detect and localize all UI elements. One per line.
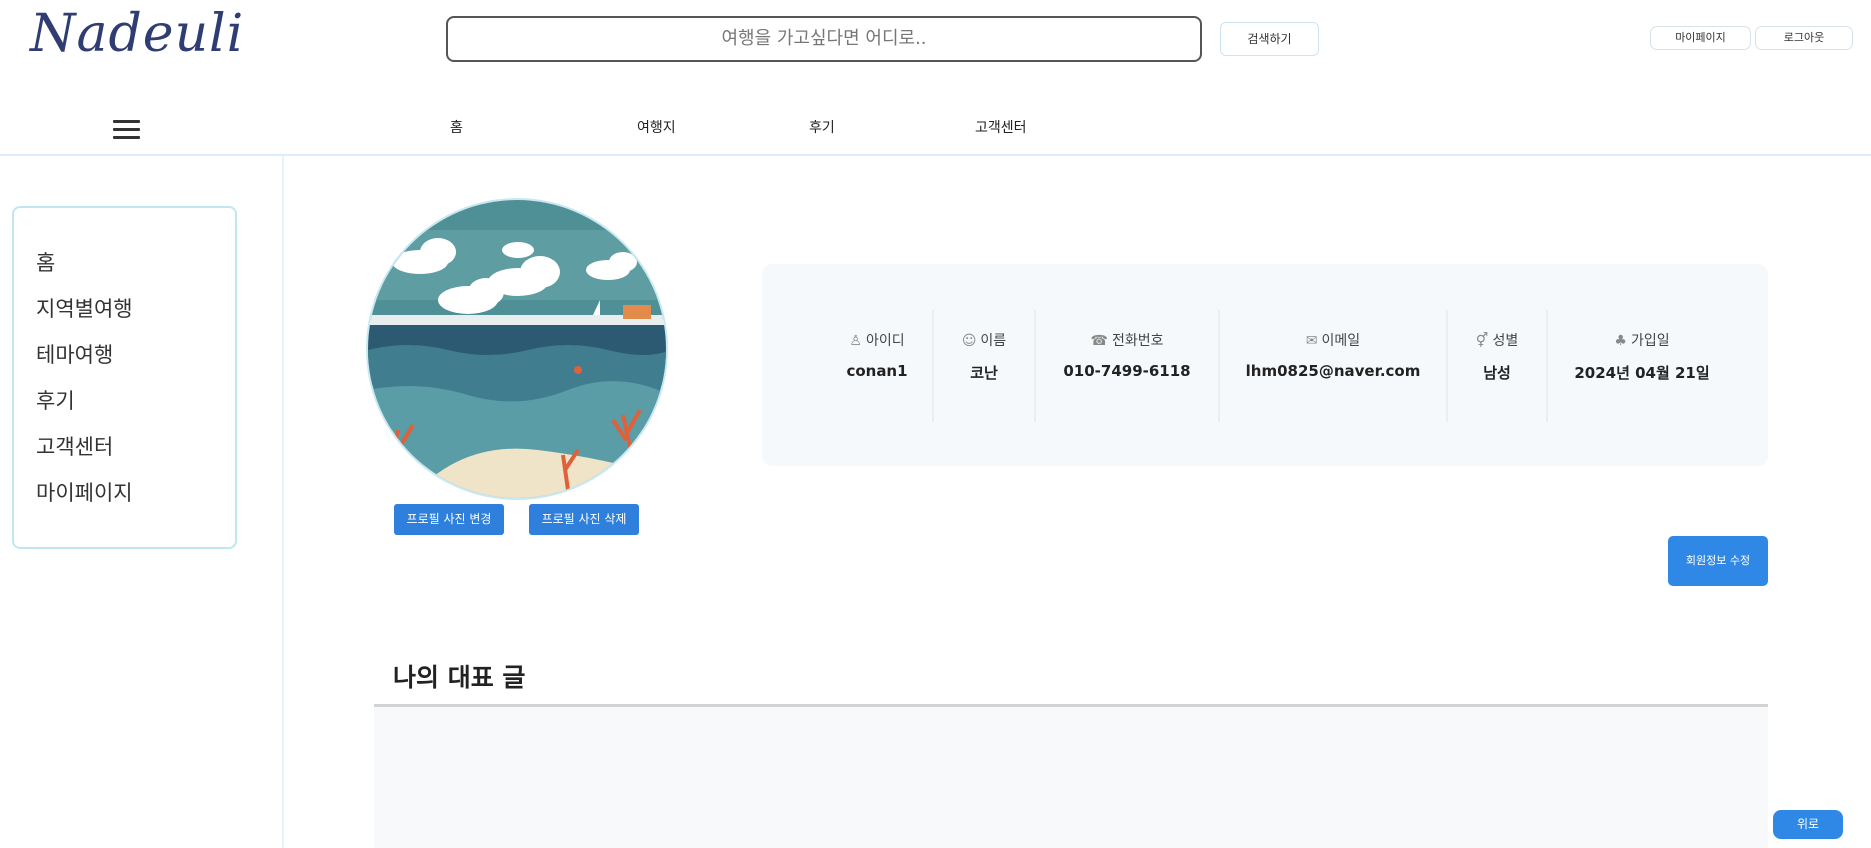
info-phone: ☎ 전화번호 010-7499-6118 bbox=[1034, 310, 1218, 422]
search-button[interactable]: 검색하기 bbox=[1220, 22, 1319, 56]
site-logo[interactable]: Nadeuli bbox=[30, 4, 244, 64]
search-input[interactable]: 여행을 가고싶다면 어디로.. bbox=[446, 16, 1202, 62]
clover-icon: ♣ bbox=[1614, 333, 1627, 349]
user-icon: ♙ bbox=[849, 333, 862, 349]
sidebar-item-theme[interactable]: 테마여행 bbox=[36, 340, 235, 386]
nav-item-home[interactable]: 홈 bbox=[450, 117, 463, 137]
mail-icon: ✉ bbox=[1305, 333, 1318, 349]
sidebar-item-reviews[interactable]: 후기 bbox=[36, 386, 235, 432]
delete-photo-button[interactable]: 프로필 사진 삭제 bbox=[529, 504, 639, 535]
main-nav: 홈 여행지 후기 고객센터 bbox=[0, 80, 1871, 156]
info-email: ✉ 이메일 lhm0825@naver.com bbox=[1218, 310, 1446, 422]
nav-item-support[interactable]: 고객센터 bbox=[975, 117, 1027, 137]
info-value: 010-7499-6118 bbox=[1063, 362, 1191, 380]
logout-button[interactable]: 로그아웃 bbox=[1755, 26, 1853, 50]
info-value: 2024년 04월 21일 bbox=[1574, 364, 1710, 382]
member-info-card: ♙ 아이디 conan1 ☺ 이름 코난 ☎ 전화번호 010-7499-6118 ✉… bbox=[762, 264, 1768, 466]
info-gender: ⚥ 성별 남성 bbox=[1446, 310, 1546, 422]
info-label: 이메일 bbox=[1321, 333, 1361, 349]
sidebar-item-support[interactable]: 고객센터 bbox=[36, 432, 235, 478]
section-title-my-posts: 나의 대표 글 bbox=[393, 663, 526, 692]
nav-item-destinations[interactable]: 여행지 bbox=[637, 117, 676, 137]
smile-icon: ☺ bbox=[961, 333, 977, 349]
info-value: 남성 bbox=[1483, 364, 1511, 382]
profile-avatar bbox=[366, 198, 668, 500]
info-label: 성별 bbox=[1492, 333, 1519, 349]
content-divider bbox=[282, 156, 284, 848]
info-joined: ♣ 가입일 2024년 04월 21일 bbox=[1546, 310, 1736, 422]
nav-item-reviews[interactable]: 후기 bbox=[809, 117, 835, 137]
info-value: conan1 bbox=[846, 362, 908, 380]
info-label: 이름 bbox=[980, 333, 1007, 349]
mypage-button[interactable]: 마이페이지 bbox=[1650, 26, 1751, 50]
sidebar-item-home[interactable]: 홈 bbox=[36, 248, 235, 294]
gender-icon: ⚥ bbox=[1475, 333, 1489, 349]
info-label: 아이디 bbox=[865, 333, 905, 349]
info-value: lhm0825@naver.com bbox=[1245, 362, 1421, 380]
info-value: 코난 bbox=[970, 364, 998, 382]
top-bar: Nadeuli 여행을 가고싶다면 어디로.. 검색하기 마이페이지 로그아웃 bbox=[0, 0, 1871, 80]
phone-icon: ☎ bbox=[1090, 333, 1108, 349]
edit-member-info-button[interactable]: 회원정보 수정 bbox=[1668, 536, 1768, 586]
info-label: 가입일 bbox=[1630, 333, 1670, 349]
menu-icon[interactable] bbox=[113, 120, 140, 140]
info-label: 전화번호 bbox=[1111, 333, 1164, 349]
sidebar: 홈 지역별여행 테마여행 후기 고객센터 마이페이지 bbox=[12, 206, 237, 549]
sidebar-item-mypage[interactable]: 마이페이지 bbox=[36, 478, 235, 524]
info-name: ☺ 이름 코난 bbox=[932, 310, 1034, 422]
sidebar-item-regional[interactable]: 지역별여행 bbox=[36, 294, 235, 340]
info-id: ♙ 아이디 conan1 bbox=[822, 310, 932, 422]
scroll-to-top-button[interactable]: 위로 bbox=[1773, 810, 1843, 839]
change-photo-button[interactable]: 프로필 사진 변경 bbox=[394, 504, 504, 535]
my-posts-list bbox=[374, 707, 1768, 848]
